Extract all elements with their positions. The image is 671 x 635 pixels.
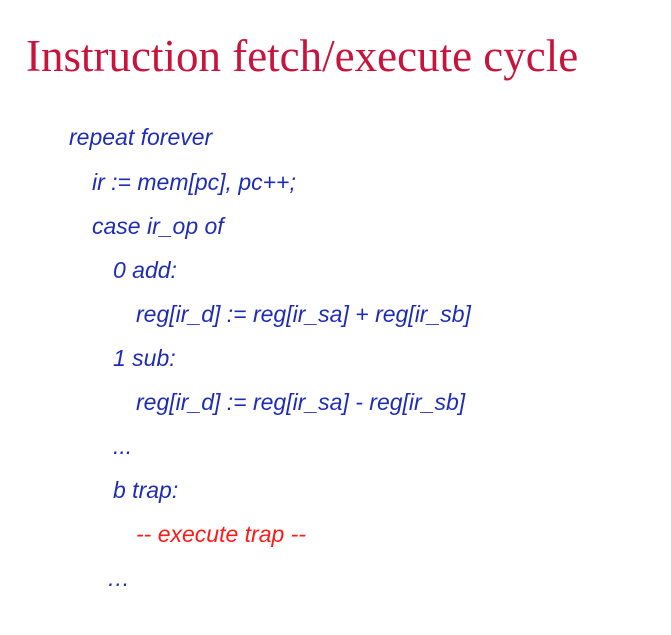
- code-line-sub-body: reg[ir_d] := reg[ir_sa] - reg[ir_sb]: [136, 389, 466, 415]
- code-line-sub-label: 1 sub:: [113, 345, 176, 371]
- code-line-trap-body: -- execute trap --: [136, 521, 306, 547]
- code-line-ellipsis-inner: ...: [113, 433, 133, 459]
- slide: Instruction fetch/execute cycle repeat f…: [0, 0, 671, 635]
- code-line-repeat-forever: repeat forever: [69, 124, 213, 150]
- slide-title: Instruction fetch/execute cycle: [26, 31, 579, 81]
- code-line-trap-label: b trap:: [113, 477, 179, 503]
- code-line-ellipsis-outer: …: [107, 565, 130, 591]
- code-line-fetch: ir := mem[pc], pc++;: [92, 169, 296, 195]
- code-line-case: case ir_op of: [92, 213, 224, 239]
- code-line-add-label: 0 add:: [113, 257, 177, 283]
- code-line-add-body: reg[ir_d] := reg[ir_sa] + reg[ir_sb]: [136, 301, 471, 327]
